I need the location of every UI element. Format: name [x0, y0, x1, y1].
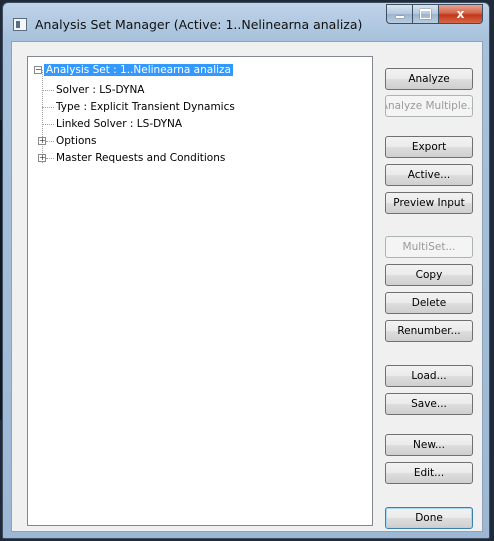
analyze-button[interactable]: Analyze — [385, 68, 473, 90]
caption-buttons: x — [386, 4, 483, 24]
tree-guide-line — [42, 107, 54, 108]
window-icon — [13, 18, 27, 31]
tree-item-type[interactable]: Type : Explicit Transient Dynamics — [56, 100, 235, 114]
expand-options-icon[interactable]: + — [38, 137, 46, 145]
dialog-client-area: − Analysis Set : 1..Nelinearna analiza S… — [11, 41, 483, 532]
tree-guide-line — [42, 124, 54, 125]
tree-guide-line — [42, 70, 43, 163]
analysis-set-manager-dialog: Analysis Set Manager (Active: 1..Nelinea… — [2, 2, 490, 539]
tree-guide-line — [46, 158, 54, 159]
tree-item-master-requests[interactable]: Master Requests and Conditions — [56, 151, 225, 165]
collapse-root-icon[interactable]: − — [34, 66, 42, 74]
tree-item-label: Linked Solver : LS-DYNA — [56, 118, 183, 130]
save-button[interactable]: Save... — [385, 393, 473, 415]
close-icon: x — [456, 7, 465, 21]
new-button[interactable]: New... — [385, 434, 473, 456]
preview-input-button[interactable]: Preview Input — [385, 192, 473, 214]
renumber-button[interactable]: Renumber... — [385, 320, 473, 342]
minimize-button[interactable] — [386, 4, 412, 24]
copy-button[interactable]: Copy — [385, 264, 473, 286]
tree-item-label: Options — [56, 135, 97, 147]
delete-button[interactable]: Delete — [385, 292, 473, 314]
tree-guide-line — [42, 90, 54, 91]
title-bar[interactable]: Analysis Set Manager (Active: 1..Nelinea… — [3, 3, 489, 41]
export-button[interactable]: Export — [385, 136, 473, 158]
tree-root-item[interactable]: Analysis Set : 1..Nelinearna analiza — [44, 63, 233, 77]
done-button[interactable]: Done — [385, 507, 473, 529]
maximize-icon — [420, 9, 431, 19]
tree-root-label: Analysis Set : 1..Nelinearna analiza — [44, 64, 233, 76]
tree-item-options[interactable]: Options — [56, 134, 97, 148]
expand-master-requests-icon[interactable]: + — [38, 154, 46, 162]
load-button[interactable]: Load... — [385, 365, 473, 387]
close-button[interactable]: x — [438, 4, 483, 24]
maximize-button[interactable] — [412, 4, 438, 24]
analysis-set-tree[interactable]: − Analysis Set : 1..Nelinearna analiza S… — [27, 56, 373, 526]
window-title: Analysis Set Manager (Active: 1..Nelinea… — [35, 17, 363, 32]
active-button[interactable]: Active... — [385, 164, 473, 186]
tree-item-solver[interactable]: Solver : LS-DYNA — [56, 83, 144, 97]
tree-item-label: Solver : LS-DYNA — [56, 84, 145, 96]
minimize-icon — [395, 16, 404, 18]
tree-item-label: Type : Explicit Transient Dynamics — [56, 101, 235, 113]
multiset-button[interactable]: MultiSet... — [385, 236, 473, 258]
tree-item-linked-solver[interactable]: Linked Solver : LS-DYNA — [56, 117, 182, 131]
tree-item-label: Master Requests and Conditions — [56, 152, 226, 164]
tree-guide-line — [46, 141, 54, 142]
analyze-multiple-button[interactable]: Analyze Multiple... — [385, 95, 473, 117]
edit-button[interactable]: Edit... — [385, 462, 473, 484]
